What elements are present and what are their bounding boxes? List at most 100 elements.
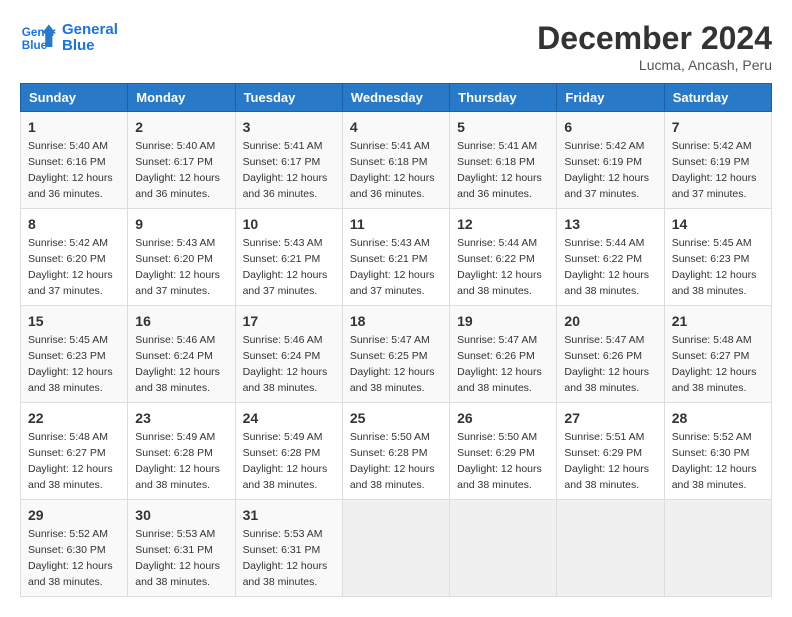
day-info: Sunrise: 5:44 AMSunset: 6:22 PMDaylight:… [457, 237, 542, 297]
column-header-tuesday: Tuesday [235, 84, 342, 112]
logo-icon: General Blue [20, 20, 56, 56]
column-header-saturday: Saturday [664, 84, 771, 112]
day-info: Sunrise: 5:52 AMSunset: 6:30 PMDaylight:… [28, 528, 113, 588]
day-number: 28 [672, 408, 764, 428]
calendar-week-row: 8 Sunrise: 5:42 AMSunset: 6:20 PMDaylight… [21, 209, 772, 306]
day-info: Sunrise: 5:53 AMSunset: 6:31 PMDaylight:… [243, 528, 328, 588]
day-number: 24 [243, 408, 335, 428]
day-number: 3 [243, 117, 335, 137]
calendar-week-row: 15 Sunrise: 5:45 AMSunset: 6:23 PMDayligh… [21, 306, 772, 403]
day-number: 1 [28, 117, 120, 137]
calendar-cell: 17Sunrise: 5:46 AMSunset: 6:24 PMDayligh… [235, 306, 342, 403]
calendar-cell: 10 Sunrise: 5:43 AMSunset: 6:21 PMDayligh… [235, 209, 342, 306]
day-info: Sunrise: 5:50 AMSunset: 6:29 PMDaylight:… [457, 431, 542, 491]
day-info: Sunrise: 5:50 AMSunset: 6:28 PMDaylight:… [350, 431, 435, 491]
day-number: 2 [135, 117, 227, 137]
day-info: Sunrise: 5:52 AMSunset: 6:30 PMDaylight:… [672, 431, 757, 491]
calendar-cell: 4Sunrise: 5:41 AMSunset: 6:18 PMDaylight… [342, 112, 449, 209]
day-info: Sunrise: 5:43 AMSunset: 6:20 PMDaylight:… [135, 237, 220, 297]
day-number: 18 [350, 311, 442, 331]
calendar-body: 1 Sunrise: 5:40 AMSunset: 6:16 PMDaylight… [21, 112, 772, 597]
calendar-cell: 2 Sunrise: 5:40 AMSunset: 6:17 PMDaylight… [128, 112, 235, 209]
calendar-cell: 25Sunrise: 5:50 AMSunset: 6:28 PMDayligh… [342, 403, 449, 500]
calendar-table: SundayMondayTuesdayWednesdayThursdayFrid… [20, 83, 772, 597]
calendar-cell: 24Sunrise: 5:49 AMSunset: 6:28 PMDayligh… [235, 403, 342, 500]
calendar-cell: 3 Sunrise: 5:41 AMSunset: 6:17 PMDaylight… [235, 112, 342, 209]
column-header-wednesday: Wednesday [342, 84, 449, 112]
calendar-cell: 21Sunrise: 5:48 AMSunset: 6:27 PMDayligh… [664, 306, 771, 403]
day-number: 8 [28, 214, 120, 234]
day-number: 13 [564, 214, 656, 234]
day-number: 11 [350, 214, 442, 234]
day-info: Sunrise: 5:45 AMSunset: 6:23 PMDaylight:… [28, 334, 113, 394]
day-info: Sunrise: 5:44 AMSunset: 6:22 PMDaylight:… [564, 237, 649, 297]
day-info: Sunrise: 5:43 AMSunset: 6:21 PMDaylight:… [350, 237, 435, 297]
day-number: 29 [28, 505, 120, 525]
day-info: Sunrise: 5:42 AMSunset: 6:19 PMDaylight:… [672, 140, 757, 200]
calendar-cell: 8 Sunrise: 5:42 AMSunset: 6:20 PMDaylight… [21, 209, 128, 306]
location: Lucma, Ancash, Peru [537, 57, 772, 73]
day-info: Sunrise: 5:46 AMSunset: 6:24 PMDaylight:… [243, 334, 328, 394]
logo: General Blue General Blue [20, 20, 118, 56]
calendar-cell: 30Sunrise: 5:53 AMSunset: 6:31 PMDayligh… [128, 500, 235, 597]
calendar-cell [664, 500, 771, 597]
calendar-week-row: 29 Sunrise: 5:52 AMSunset: 6:30 PMDayligh… [21, 500, 772, 597]
calendar-cell: 18 Sunrise: 5:47 AMSunset: 6:25 PMDayligh… [342, 306, 449, 403]
day-number: 6 [564, 117, 656, 137]
day-number: 12 [457, 214, 549, 234]
day-number: 10 [243, 214, 335, 234]
day-number: 20 [564, 311, 656, 331]
column-header-friday: Friday [557, 84, 664, 112]
day-number: 5 [457, 117, 549, 137]
day-info: Sunrise: 5:40 AMSunset: 6:17 PMDaylight:… [135, 140, 220, 200]
calendar-cell: 28 Sunrise: 5:52 AMSunset: 6:30 PMDayligh… [664, 403, 771, 500]
calendar-cell: 19Sunrise: 5:47 AMSunset: 6:26 PMDayligh… [450, 306, 557, 403]
day-info: Sunrise: 5:41 AMSunset: 6:17 PMDaylight:… [243, 140, 328, 200]
calendar-cell: 6Sunrise: 5:42 AMSunset: 6:19 PMDaylight… [557, 112, 664, 209]
day-number: 7 [672, 117, 764, 137]
month-title: December 2024 [537, 20, 772, 57]
svg-text:Blue: Blue [22, 39, 48, 52]
day-number: 15 [28, 311, 120, 331]
calendar-cell: 31Sunrise: 5:53 AMSunset: 6:31 PMDayligh… [235, 500, 342, 597]
day-number: 23 [135, 408, 227, 428]
day-info: Sunrise: 5:48 AMSunset: 6:27 PMDaylight:… [28, 431, 113, 491]
day-number: 4 [350, 117, 442, 137]
page-header: General Blue General Blue December 2024 … [20, 20, 772, 73]
calendar-cell [557, 500, 664, 597]
calendar-cell: 13 Sunrise: 5:44 AMSunset: 6:22 PMDayligh… [557, 209, 664, 306]
logo-text: General [62, 22, 118, 39]
day-info: Sunrise: 5:46 AMSunset: 6:24 PMDaylight:… [135, 334, 220, 394]
calendar-cell: 26 Sunrise: 5:50 AMSunset: 6:29 PMDayligh… [450, 403, 557, 500]
day-info: Sunrise: 5:51 AMSunset: 6:29 PMDaylight:… [564, 431, 649, 491]
day-info: Sunrise: 5:45 AMSunset: 6:23 PMDaylight:… [672, 237, 757, 297]
title-block: December 2024 Lucma, Ancash, Peru [537, 20, 772, 73]
calendar-cell: 15 Sunrise: 5:45 AMSunset: 6:23 PMDayligh… [21, 306, 128, 403]
day-info: Sunrise: 5:49 AMSunset: 6:28 PMDaylight:… [135, 431, 220, 491]
day-number: 27 [564, 408, 656, 428]
day-number: 30 [135, 505, 227, 525]
day-info: Sunrise: 5:47 AMSunset: 6:26 PMDaylight:… [457, 334, 542, 394]
day-number: 9 [135, 214, 227, 234]
day-info: Sunrise: 5:43 AMSunset: 6:21 PMDaylight:… [243, 237, 328, 297]
calendar-cell: 9 Sunrise: 5:43 AMSunset: 6:20 PMDaylight… [128, 209, 235, 306]
day-info: Sunrise: 5:41 AMSunset: 6:18 PMDaylight:… [457, 140, 542, 200]
day-number: 21 [672, 311, 764, 331]
day-info: Sunrise: 5:40 AMSunset: 6:16 PMDaylight:… [28, 140, 113, 200]
calendar-cell: 16Sunrise: 5:46 AMSunset: 6:24 PMDayligh… [128, 306, 235, 403]
calendar-cell [450, 500, 557, 597]
day-info: Sunrise: 5:42 AMSunset: 6:20 PMDaylight:… [28, 237, 113, 297]
calendar-cell: 1 Sunrise: 5:40 AMSunset: 6:16 PMDaylight… [21, 112, 128, 209]
calendar-week-row: 22Sunrise: 5:48 AMSunset: 6:27 PMDayligh… [21, 403, 772, 500]
calendar-cell: 27 Sunrise: 5:51 AMSunset: 6:29 PMDayligh… [557, 403, 664, 500]
day-info: Sunrise: 5:47 AMSunset: 6:25 PMDaylight:… [350, 334, 435, 394]
calendar-cell: 5 Sunrise: 5:41 AMSunset: 6:18 PMDaylight… [450, 112, 557, 209]
column-header-monday: Monday [128, 84, 235, 112]
calendar-cell: 7 Sunrise: 5:42 AMSunset: 6:19 PMDaylight… [664, 112, 771, 209]
calendar-cell: 20Sunrise: 5:47 AMSunset: 6:26 PMDayligh… [557, 306, 664, 403]
calendar-cell: 23 Sunrise: 5:49 AMSunset: 6:28 PMDayligh… [128, 403, 235, 500]
day-number: 26 [457, 408, 549, 428]
calendar-cell: 29 Sunrise: 5:52 AMSunset: 6:30 PMDayligh… [21, 500, 128, 597]
column-header-sunday: Sunday [21, 84, 128, 112]
calendar-cell: 12 Sunrise: 5:44 AMSunset: 6:22 PMDayligh… [450, 209, 557, 306]
